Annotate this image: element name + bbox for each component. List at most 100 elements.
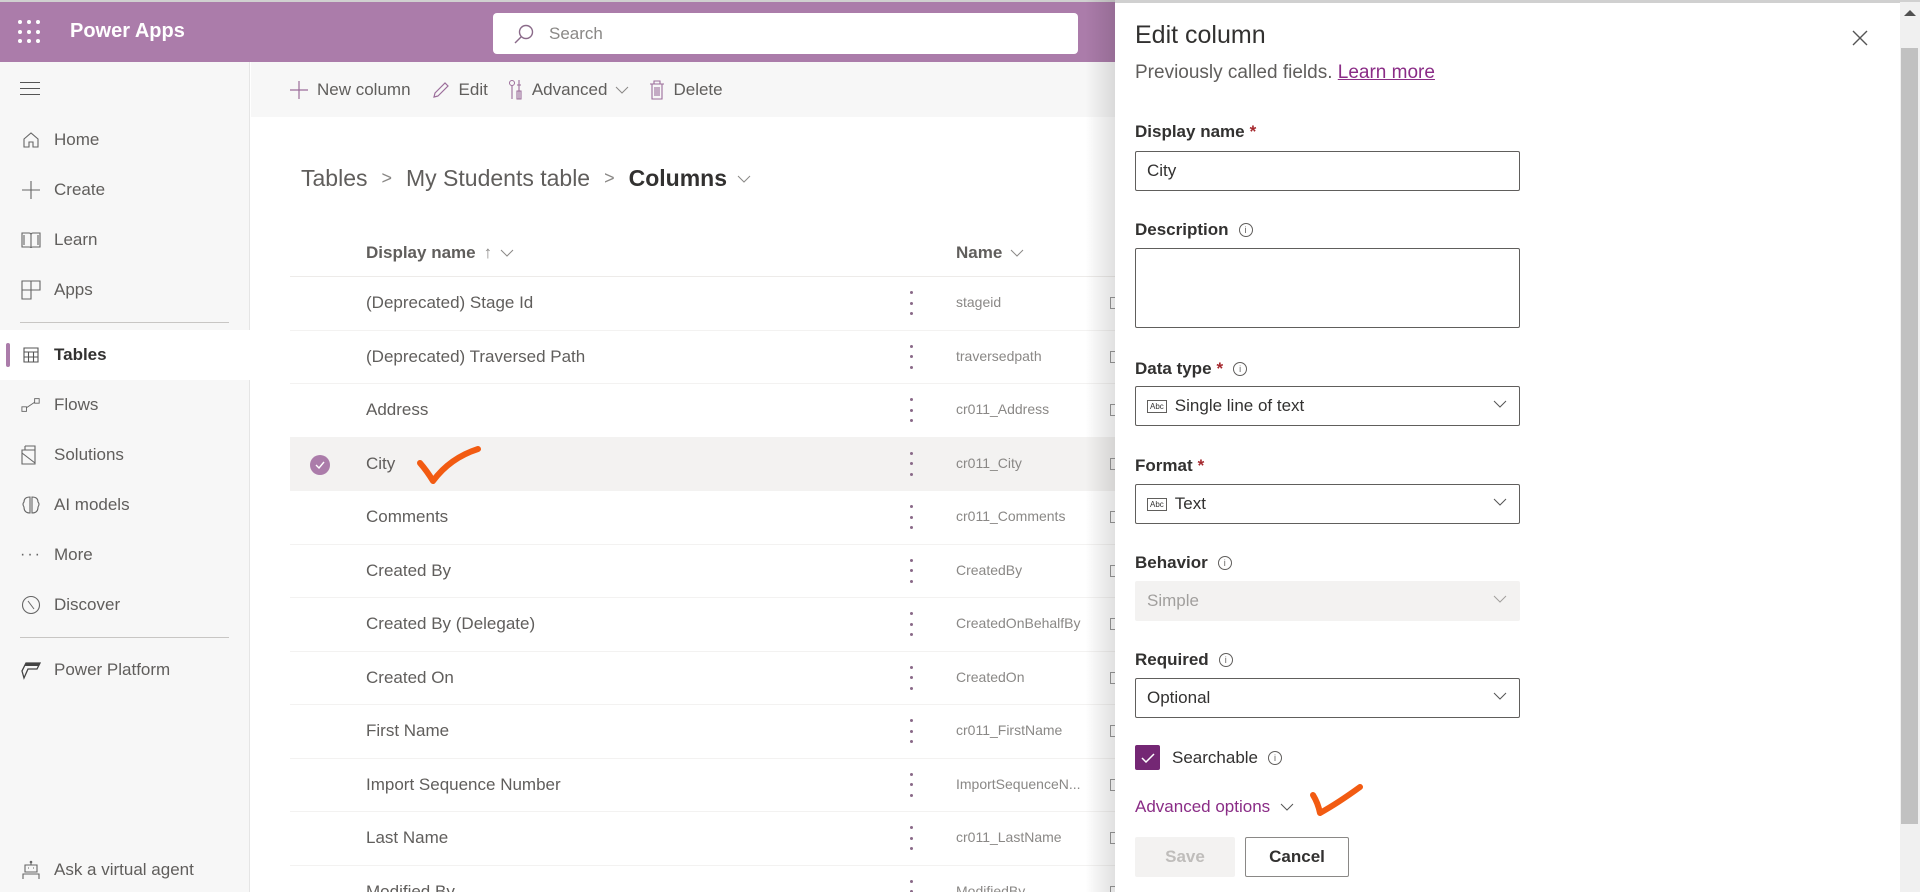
table-row[interactable]: Import Sequence Number ImportSequenceN...: [290, 759, 1116, 812]
table-row[interactable]: Address cr011_Address: [290, 384, 1116, 438]
row-more-options-icon[interactable]: [908, 558, 914, 583]
delete-button[interactable]: Delete: [649, 80, 723, 100]
row-more-options-icon[interactable]: [908, 772, 914, 797]
table-row[interactable]: Created By CreatedBy: [290, 545, 1116, 598]
learn-more-link[interactable]: Learn more: [1338, 62, 1435, 83]
sidebar-item-ai-models[interactable]: AI models: [0, 480, 250, 530]
sidebar-item-label: Apps: [54, 280, 93, 299]
display-name-field[interactable]: City: [1135, 151, 1520, 191]
format-dropdown[interactable]: Abc Text: [1135, 484, 1520, 524]
column-header-display-name[interactable]: Display name ↑: [366, 243, 514, 263]
description-label: Description i: [1135, 220, 1253, 240]
breadcrumb-my-students-table[interactable]: My Students table: [406, 165, 590, 192]
searchable-checkbox[interactable]: [1135, 745, 1160, 770]
sidebar-item-tables[interactable]: Tables: [0, 330, 250, 380]
table-row[interactable]: Last Name cr011_LastName: [290, 812, 1116, 866]
row-more-options-icon[interactable]: [908, 719, 914, 743]
row-more-options-icon[interactable]: [908, 505, 914, 529]
info-icon[interactable]: i: [1217, 556, 1232, 570]
chevron-down-icon: [1493, 498, 1507, 506]
table-row[interactable]: City cr011_City: [290, 437, 1116, 491]
row-display-name[interactable]: City: [366, 454, 395, 474]
behavior-value: Simple: [1147, 591, 1199, 610]
table-row[interactable]: Modified By ModifiedBy: [290, 866, 1116, 892]
chevron-down-icon[interactable]: [737, 175, 751, 183]
scroll-up-arrow-icon[interactable]: [1904, 10, 1916, 16]
sidebar-item-more[interactable]: ··· More: [0, 530, 250, 580]
sidebar-item-flows[interactable]: Flows: [0, 380, 250, 430]
row-more-options-icon[interactable]: [908, 879, 914, 892]
row-more-options-icon[interactable]: [908, 344, 914, 369]
row-more-options-icon[interactable]: [908, 665, 914, 690]
sidebar-item-power-platform[interactable]: Power Platform: [0, 645, 250, 695]
search-input[interactable]: Search: [549, 24, 603, 44]
row-display-name[interactable]: Comments: [366, 507, 448, 527]
new-column-label: New column: [317, 79, 411, 99]
info-icon[interactable]: i: [1233, 362, 1248, 376]
panel-subtitle-text: Previously called fields.: [1135, 62, 1333, 83]
edit-column-panel: Edit column Previously called fields. Le…: [1115, 2, 1900, 892]
search-box[interactable]: Search: [493, 13, 1078, 54]
table-row[interactable]: Created On CreatedOn: [290, 652, 1116, 705]
chevron-down-icon: [1280, 803, 1294, 811]
info-icon[interactable]: i: [1238, 223, 1253, 237]
compass-icon: [21, 595, 41, 615]
sidebar-footer-label: Ask a virtual agent: [54, 860, 194, 879]
behavior-dropdown: Simple: [1135, 581, 1520, 621]
app-title[interactable]: Power Apps: [70, 20, 185, 43]
row-display-name[interactable]: First Name: [366, 721, 449, 741]
breadcrumb-tables[interactable]: Tables: [301, 165, 367, 192]
row-more-options-icon[interactable]: [908, 826, 914, 850]
row-logical-name: CreatedOn: [956, 668, 1025, 685]
app-launcher-icon[interactable]: [18, 20, 42, 44]
info-icon[interactable]: i: [1218, 653, 1233, 667]
data-type-dropdown[interactable]: Abc Single line of text: [1135, 386, 1520, 426]
table-row[interactable]: (Deprecated) Stage Id stageid: [290, 277, 1116, 331]
sidebar-item-home[interactable]: Home: [0, 115, 250, 165]
row-display-name[interactable]: Modified By: [366, 882, 455, 892]
annotation-checkmark-icon: [417, 446, 481, 484]
sidebar-item-solutions[interactable]: Solutions: [0, 430, 250, 480]
ask-virtual-agent[interactable]: Ask a virtual agent: [0, 845, 250, 892]
hamburger-menu-icon[interactable]: [20, 82, 40, 96]
edit-button[interactable]: Edit: [431, 80, 488, 100]
scrollbar-thumb[interactable]: [1901, 48, 1918, 824]
row-more-options-icon[interactable]: [908, 398, 914, 422]
row-display-name[interactable]: Import Sequence Number: [366, 775, 561, 795]
row-display-name[interactable]: Created By (Delegate): [366, 614, 535, 634]
row-more-options-icon[interactable]: [908, 612, 914, 636]
table-row[interactable]: Comments cr011_Comments: [290, 491, 1116, 545]
sidebar-item-create[interactable]: Create: [0, 165, 250, 215]
chevron-down-icon: [1493, 400, 1507, 408]
close-icon[interactable]: [1850, 28, 1870, 48]
row-more-options-icon[interactable]: [908, 451, 914, 476]
sidebar-item-discover[interactable]: Discover: [0, 580, 250, 630]
required-dropdown[interactable]: Optional: [1135, 678, 1520, 718]
advanced-options-toggle[interactable]: Advanced options: [1135, 797, 1294, 817]
row-display-name[interactable]: (Deprecated) Traversed Path: [366, 347, 585, 367]
searchable-label[interactable]: Searchable i: [1172, 748, 1283, 768]
table-row[interactable]: First Name cr011_FirstName: [290, 705, 1116, 759]
info-icon[interactable]: i: [1268, 751, 1283, 765]
row-display-name[interactable]: Last Name: [366, 828, 448, 848]
new-column-button[interactable]: New column: [289, 80, 411, 100]
row-more-options-icon[interactable]: [908, 291, 914, 315]
row-display-name[interactable]: Created On: [366, 668, 454, 688]
description-field[interactable]: [1135, 248, 1520, 328]
row-selected-check-icon[interactable]: [310, 454, 330, 475]
row-display-name[interactable]: Created By: [366, 561, 451, 581]
row-display-name[interactable]: (Deprecated) Stage Id: [366, 293, 533, 313]
edit-label: Edit: [458, 79, 488, 99]
column-header-name[interactable]: Name: [956, 243, 1024, 263]
columns-grid: Display name ↑ Name (Deprecated) Stage I…: [290, 229, 1116, 892]
sidebar-item-apps[interactable]: Apps: [0, 265, 250, 315]
cancel-button[interactable]: Cancel: [1245, 837, 1349, 877]
table-row[interactable]: (Deprecated) Traversed Path traversedpath: [290, 331, 1116, 384]
breadcrumb-current-columns[interactable]: Columns: [629, 165, 727, 192]
table-row[interactable]: Created By (Delegate) CreatedOnBehalfBy: [290, 598, 1116, 652]
panel-scrollbar[interactable]: [1900, 2, 1920, 892]
save-button[interactable]: Save: [1135, 837, 1235, 877]
advanced-button[interactable]: Advanced: [508, 79, 630, 101]
row-display-name[interactable]: Address: [366, 400, 428, 420]
sidebar-item-learn[interactable]: Learn: [0, 215, 250, 265]
